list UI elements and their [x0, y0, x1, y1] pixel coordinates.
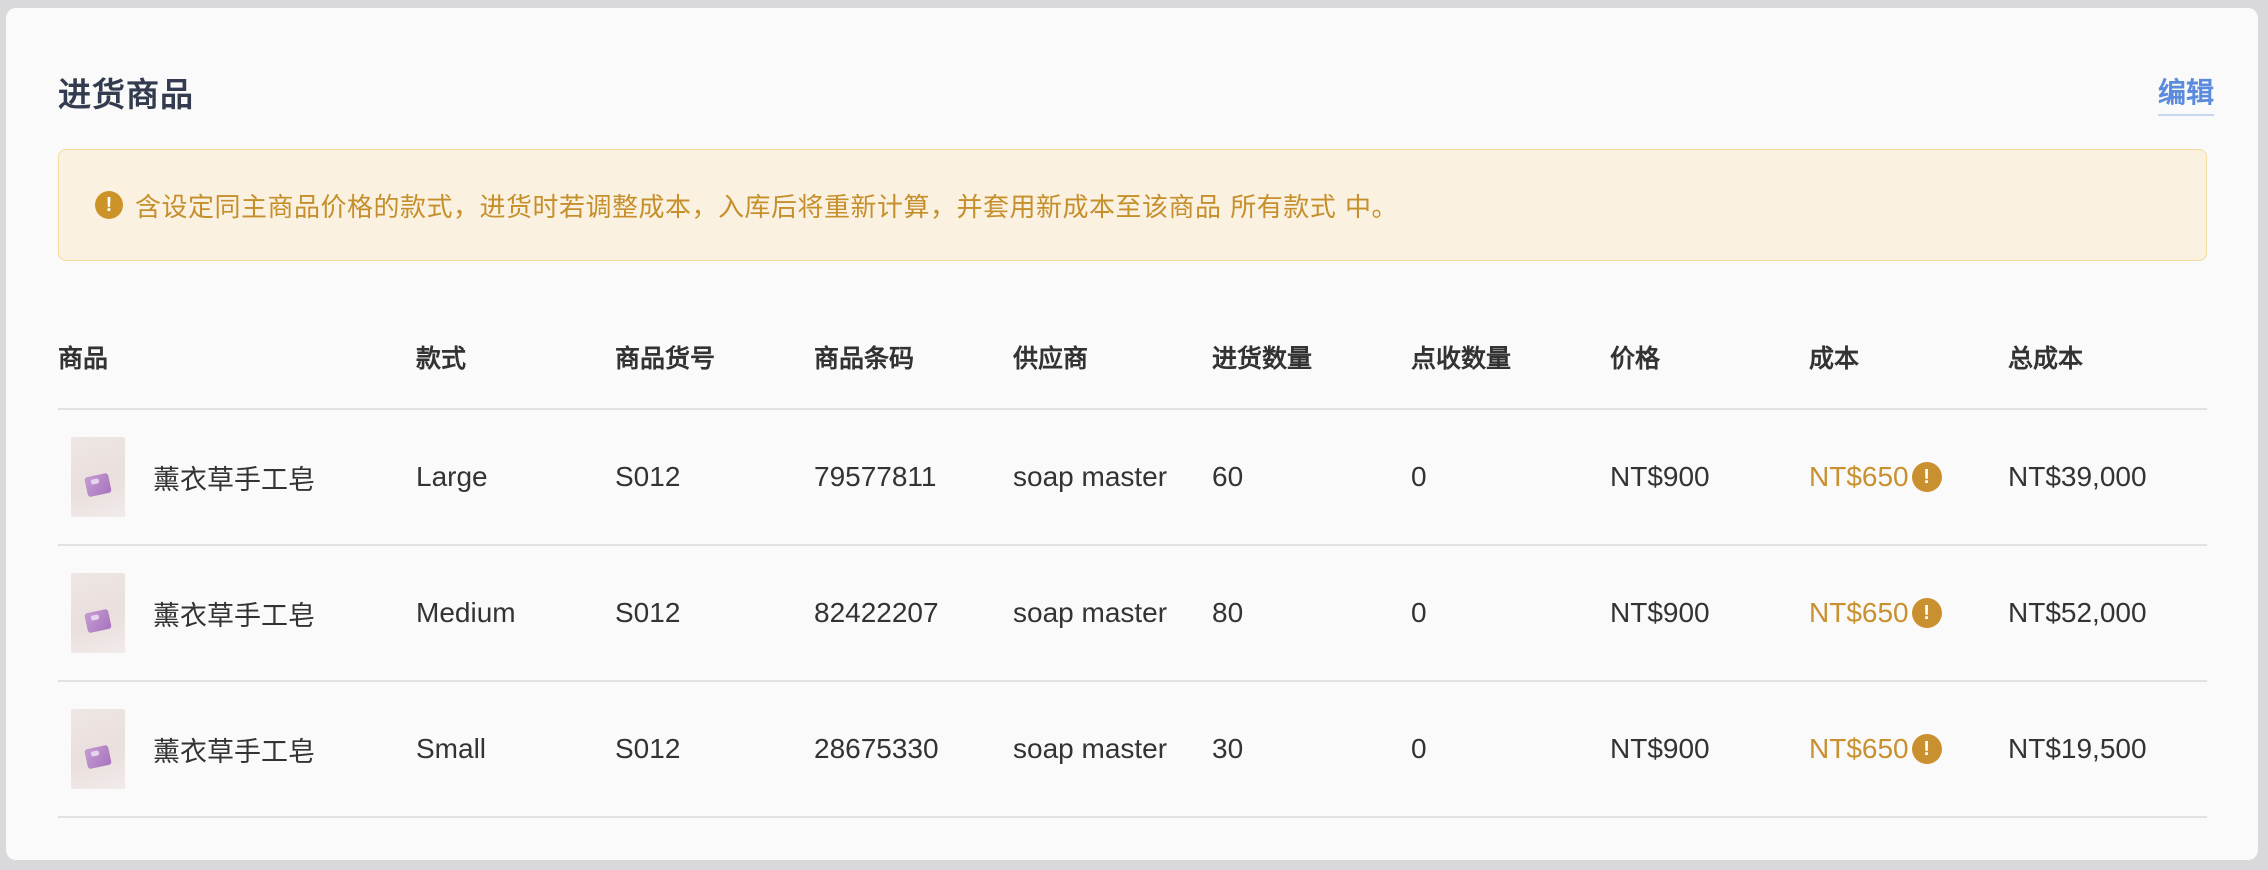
table-row: 薰衣草手工皂 Medium S012 82422207 soap master …	[58, 545, 2207, 682]
col-header-cost: 成本	[1809, 305, 2008, 410]
product-thumbnail	[71, 709, 125, 789]
exclamation-circle-icon: !	[95, 191, 123, 219]
total-cell: NT$39,000	[2008, 409, 2207, 546]
product-name: 薰衣草手工皂	[153, 736, 315, 768]
cost-cell: NT$650 !	[1809, 681, 2008, 818]
cost-cell: NT$650 !	[1809, 409, 2008, 546]
price-cell: NT$900	[1610, 545, 1809, 682]
warning-icon[interactable]: !	[1911, 462, 1942, 492]
col-header-supplier: 供应商	[1013, 305, 1212, 410]
received-cell: 0	[1411, 681, 1610, 818]
variant-cell: Large	[416, 409, 615, 546]
qty-cell: 30	[1212, 681, 1411, 818]
price-cell: NT$900	[1610, 409, 1809, 546]
page-title: 进货商品	[58, 75, 194, 114]
table-header-row: 商品 款式 商品货号 商品条码 供应商 进货数量 点收数量 价格 成本 总成本	[58, 305, 2207, 410]
product-cell: 薰衣草手工皂	[58, 545, 416, 682]
col-header-variant: 款式	[416, 305, 615, 410]
variant-cell: Small	[416, 681, 615, 818]
supplier-cell: soap master	[1013, 409, 1212, 546]
product-name: 薰衣草手工皂	[153, 464, 315, 496]
cost-value: NT$650	[1809, 597, 1909, 628]
price-cell: NT$900	[1610, 681, 1809, 818]
purchase-items-card: 进货商品 编辑 ! 含设定同主商品价格的款式，进货时若调整成本，入库后将重新计算…	[6, 8, 2258, 860]
purchase-items-table: 商品 款式 商品货号 商品条码 供应商 进货数量 点收数量 价格 成本 总成本 …	[58, 305, 2207, 818]
col-header-sku: 商品货号	[615, 305, 814, 410]
warning-icon[interactable]: !	[1911, 734, 1942, 764]
supplier-cell: soap master	[1013, 681, 1212, 818]
table-row: 薰衣草手工皂 Small S012 28675330 soap master 3…	[58, 681, 2207, 818]
total-cell: NT$52,000	[2008, 545, 2207, 682]
barcode-cell: 82422207	[814, 545, 1013, 682]
cost-value: NT$650	[1809, 461, 1909, 492]
table-row: 薰衣草手工皂 Large S012 79577811 soap master 6…	[58, 409, 2207, 546]
warning-notice: ! 含设定同主商品价格的款式，进货时若调整成本，入库后将重新计算，并套用新成本至…	[58, 149, 2207, 261]
sku-cell: S012	[615, 409, 814, 546]
sku-cell: S012	[615, 681, 814, 818]
supplier-cell: soap master	[1013, 545, 1212, 682]
product-thumbnail	[71, 573, 125, 653]
qty-cell: 60	[1212, 409, 1411, 546]
cost-value: NT$650	[1809, 733, 1909, 764]
qty-cell: 80	[1212, 545, 1411, 682]
warning-icon[interactable]: !	[1911, 598, 1942, 628]
received-cell: 0	[1411, 545, 1610, 682]
edit-link[interactable]: 编辑	[2157, 71, 2214, 116]
received-cell: 0	[1411, 409, 1610, 546]
col-header-total: 总成本	[2008, 305, 2207, 410]
product-cell: 薰衣草手工皂	[58, 681, 416, 818]
col-header-qty: 进货数量	[1212, 305, 1411, 410]
cost-cell: NT$650 !	[1809, 545, 2008, 682]
notice-text: 含设定同主商品价格的款式，进货时若调整成本，入库后将重新计算，并套用新成本至该商…	[135, 192, 1399, 223]
product-name: 薰衣草手工皂	[153, 600, 315, 632]
col-header-barcode: 商品条码	[814, 305, 1013, 410]
sku-cell: S012	[615, 545, 814, 682]
variant-cell: Medium	[416, 545, 615, 682]
product-thumbnail	[71, 437, 125, 517]
product-cell: 薰衣草手工皂	[58, 409, 416, 546]
barcode-cell: 28675330	[814, 681, 1013, 818]
col-header-product: 商品	[58, 305, 416, 410]
barcode-cell: 79577811	[814, 409, 1013, 546]
col-header-price: 价格	[1610, 305, 1809, 410]
col-header-received: 点收数量	[1411, 305, 1610, 410]
total-cell: NT$19,500	[2008, 681, 2207, 818]
